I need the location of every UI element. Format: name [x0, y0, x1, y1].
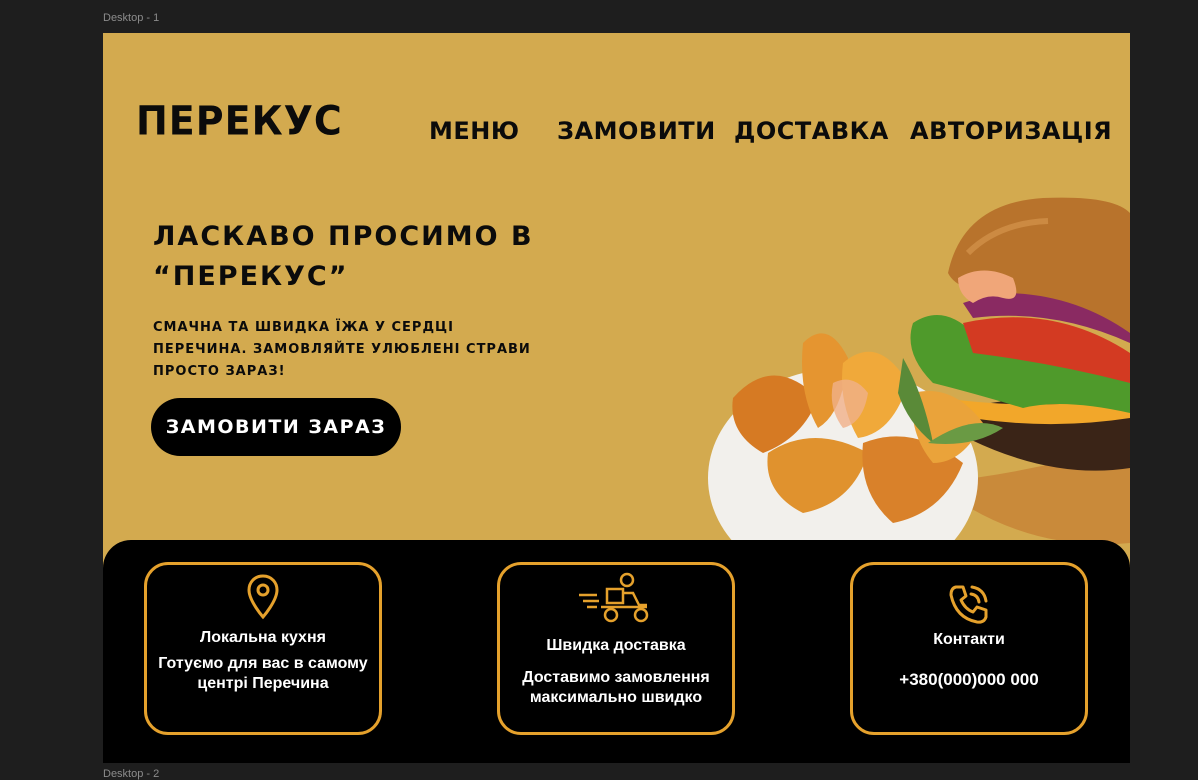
delivery-scooter-icon — [577, 571, 655, 630]
feature-card-fast-delivery: Швидка доставка Доставимо замовлення мак… — [497, 562, 735, 735]
hero-subtitle: СМАЧНА ТА ШВИДКА ЇЖА У СЕРДЦІ ПЕРЕЧИНА. … — [153, 320, 531, 379]
hero-title: ЛАСКАВО ПРОСИМО В “ПЕРЕКУС” — [153, 221, 534, 292]
feature-text: Доставимо замовлення максимально швидко — [522, 669, 710, 706]
feature-title: Контакти — [933, 631, 1005, 648]
burger-and-fries-image — [708, 197, 1130, 583]
feature-title: Швидка доставка — [546, 637, 686, 654]
feature-title: Локальна кухня — [200, 629, 326, 646]
features-bar: Локальна кухня Готуємо для вас в самому … — [103, 540, 1130, 763]
nav-item-order[interactable]: ЗАМОВИТИ — [557, 117, 716, 145]
nav-item-menu[interactable]: МЕНЮ — [429, 117, 520, 145]
nav-item-auth[interactable]: АВТОРИЗАЦІЯ — [910, 117, 1112, 145]
location-pin-icon — [245, 573, 281, 626]
order-now-button[interactable]: ЗАМОВИТИ ЗАРАЗ — [151, 398, 401, 456]
feature-card-local-kitchen: Локальна кухня Готуємо для вас в самому … — [144, 562, 382, 735]
next-frame-label: Desktop - 2 — [103, 768, 160, 780]
nav-item-delivery[interactable]: ДОСТАВКА — [734, 117, 889, 145]
frame-label: Desktop - 1 — [103, 12, 160, 24]
feature-text: Готуємо для вас в самому центрі Перечина — [158, 655, 368, 692]
site-logo[interactable]: ПЕРЕКУС — [136, 98, 343, 144]
phone-icon — [946, 581, 992, 632]
contact-phone[interactable]: +380(000)000 000 — [863, 670, 1075, 690]
feature-card-contacts: Контакти +380(000)000 000 — [850, 562, 1088, 735]
desktop-frame: ПЕРЕКУС МЕНЮ ЗАМОВИТИ ДОСТАВКА АВТОРИЗАЦ… — [103, 33, 1130, 763]
